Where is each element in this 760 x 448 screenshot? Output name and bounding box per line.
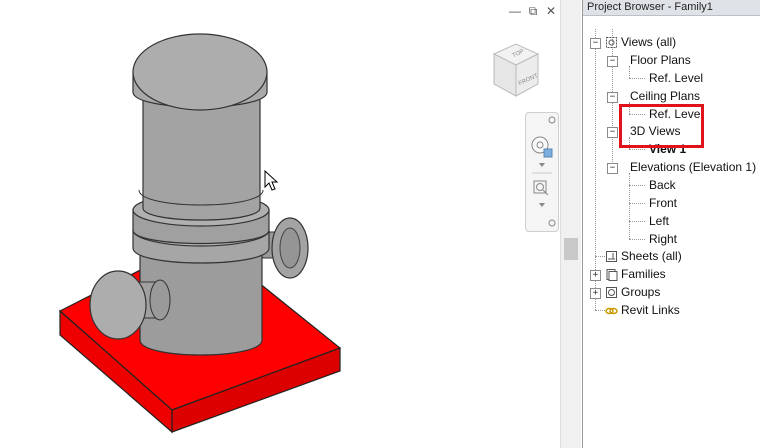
viewport-scrollbar[interactable] [560, 0, 581, 448]
tree-item-views[interactable]: Views (all) [605, 33, 676, 51]
annotation-highlight-box [619, 104, 704, 148]
views-icon [605, 36, 618, 49]
sheets-icon [605, 250, 618, 263]
project-browser: Project Browser - Family1 − Views (all) … [582, 0, 760, 448]
expand-families-toggle[interactable]: + [590, 270, 601, 281]
restore-button[interactable]: ⧉ [526, 4, 540, 18]
collapse-floor-plans-toggle[interactable]: − [607, 56, 618, 67]
project-browser-title: Project Browser - Family1 [583, 0, 760, 16]
tree-item-left[interactable]: Left [649, 212, 669, 230]
tree-item-front[interactable]: Front [649, 194, 677, 212]
chevron-down-icon [539, 163, 545, 167]
zoom-icon [533, 180, 549, 196]
close-button[interactable]: ✕ [544, 4, 558, 18]
tree-item-groups[interactable]: Groups [605, 283, 660, 301]
tree-item-families[interactable]: Families [605, 265, 666, 283]
3d-viewport[interactable]: — ⧉ ✕ TOP FRONT [0, 0, 560, 448]
navbar-close-icon [548, 116, 556, 124]
groups-icon [605, 286, 618, 299]
tree-item-elevations[interactable]: Elevations (Elevation 1) [630, 158, 756, 176]
viewcube-icon[interactable]: TOP FRONT [488, 38, 548, 102]
collapse-views-toggle[interactable]: − [590, 38, 601, 49]
view-window-controls: — ⧉ ✕ [508, 4, 558, 20]
tree-item-revit-links[interactable]: Revit Links [605, 301, 680, 319]
scrollbar-thumb[interactable] [564, 238, 578, 260]
navigation-bar [525, 112, 559, 232]
tree-item-floor-ref-level[interactable]: Ref. Level [649, 69, 703, 87]
tree-item-right[interactable]: Right [649, 230, 677, 248]
tree-item-back[interactable]: Back [649, 176, 676, 194]
collapse-elevations-toggle[interactable]: − [607, 163, 618, 174]
chevron-down-icon [539, 203, 545, 207]
navbar-bottom-icon [548, 219, 556, 227]
expand-groups-toggle[interactable]: + [590, 288, 601, 299]
mouse-cursor-icon [264, 170, 279, 191]
tree-item-ceiling-plans[interactable]: Ceiling Plans [630, 87, 700, 105]
tree-item-floor-plans[interactable]: Floor Plans [630, 51, 691, 69]
steering-wheel-icon [531, 136, 553, 158]
collapse-3d-views-toggle[interactable]: − [607, 127, 618, 138]
minimize-button[interactable]: — [508, 4, 522, 18]
collapse-ceiling-plans-toggle[interactable]: − [607, 92, 618, 103]
link-icon [605, 304, 618, 317]
tree-item-sheets[interactable]: Sheets (all) [605, 247, 682, 265]
families-icon [605, 268, 618, 281]
pump-model[interactable] [0, 0, 560, 448]
